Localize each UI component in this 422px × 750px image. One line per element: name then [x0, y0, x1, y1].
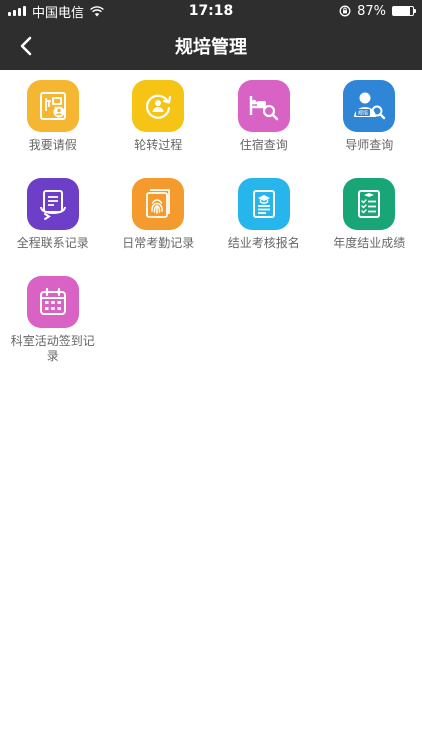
- status-left: 中国电信: [8, 2, 104, 21]
- menu-item-label: 住宿查询: [239, 138, 288, 152]
- menu-icon-tile: [237, 178, 290, 230]
- menu-item-label: 全程联系记录: [16, 236, 89, 250]
- calendar-icon: [39, 287, 66, 315]
- contact-record-icon: [39, 190, 66, 220]
- menu-item-label: 我要请假: [28, 138, 77, 152]
- menu-icon-tile: [26, 276, 79, 328]
- nav-bar: 规培管理: [0, 22, 422, 70]
- menu-item-leave-request[interactable]: 我要请假: [0, 80, 106, 178]
- menu-icon-tile: [132, 80, 185, 132]
- menu-item-attendance-records[interactable]: 日常考勤记录: [106, 178, 212, 276]
- menu-item-contact-records[interactable]: 全程联系记录: [0, 178, 106, 276]
- menu-item-label: 轮转过程: [134, 138, 183, 152]
- mentor-badge-text: 规培: [358, 110, 368, 117]
- menu-icon-tile: [237, 80, 290, 132]
- battery-icon: [392, 6, 416, 16]
- menu-item-annual-grades[interactable]: 年度结业成绩: [317, 178, 422, 276]
- mentor-search-icon: 规培: [354, 92, 386, 120]
- orientation-lock-icon: [339, 5, 351, 17]
- menu-item-label: 日常考勤记录: [122, 236, 195, 250]
- status-bar: 中国电信 17:18 87%: [0, 0, 422, 22]
- menu-item-rotation-process[interactable]: 轮转过程: [106, 80, 212, 178]
- menu-item-mentor-query[interactable]: 规培 导师查询: [317, 80, 422, 178]
- bed-search-icon: [249, 96, 279, 121]
- wifi-icon: [90, 5, 104, 16]
- menu-item-accommodation-query[interactable]: 住宿查询: [211, 80, 317, 178]
- back-button[interactable]: [10, 22, 42, 70]
- menu-icon-tile: [26, 178, 79, 230]
- menu-item-graduation-registration[interactable]: 结业考核报名: [211, 178, 317, 276]
- carrier-name: 中国电信: [32, 5, 85, 21]
- menu-item-department-activity-checkin[interactable]: 科室活动签到记录: [0, 276, 106, 364]
- leave-request-icon: [39, 92, 66, 120]
- menu-item-label: 导师查询: [345, 138, 394, 152]
- signal-icon: [8, 6, 26, 16]
- menu-icon-tile: [26, 80, 79, 132]
- menu-icon-tile: 规培: [343, 80, 396, 132]
- menu-item-label: 结业考核报名: [227, 236, 300, 250]
- chevron-left-icon: [20, 36, 32, 56]
- checklist-grade-icon: [358, 190, 381, 218]
- fingerprint-icon: [146, 189, 171, 218]
- rotation-cycle-icon: [146, 94, 172, 119]
- status-right: 87%: [339, 3, 416, 19]
- page-title: 规培管理: [175, 37, 247, 58]
- menu-icon-tile: [132, 178, 185, 230]
- battery-fill: [393, 7, 411, 15]
- menu-item-label: 年度结业成绩: [333, 236, 406, 250]
- menu-icon-tile: [343, 178, 396, 230]
- menu-item-label: 科室活动签到记录: [10, 334, 95, 363]
- menu-grid: 我要请假 轮转过程 住宿查询 规培 导师查询 全程联系记录 日常考勤记录 结业考…: [0, 70, 422, 364]
- graduation-exam-icon: [252, 190, 275, 218]
- battery-percent: 87%: [357, 3, 386, 19]
